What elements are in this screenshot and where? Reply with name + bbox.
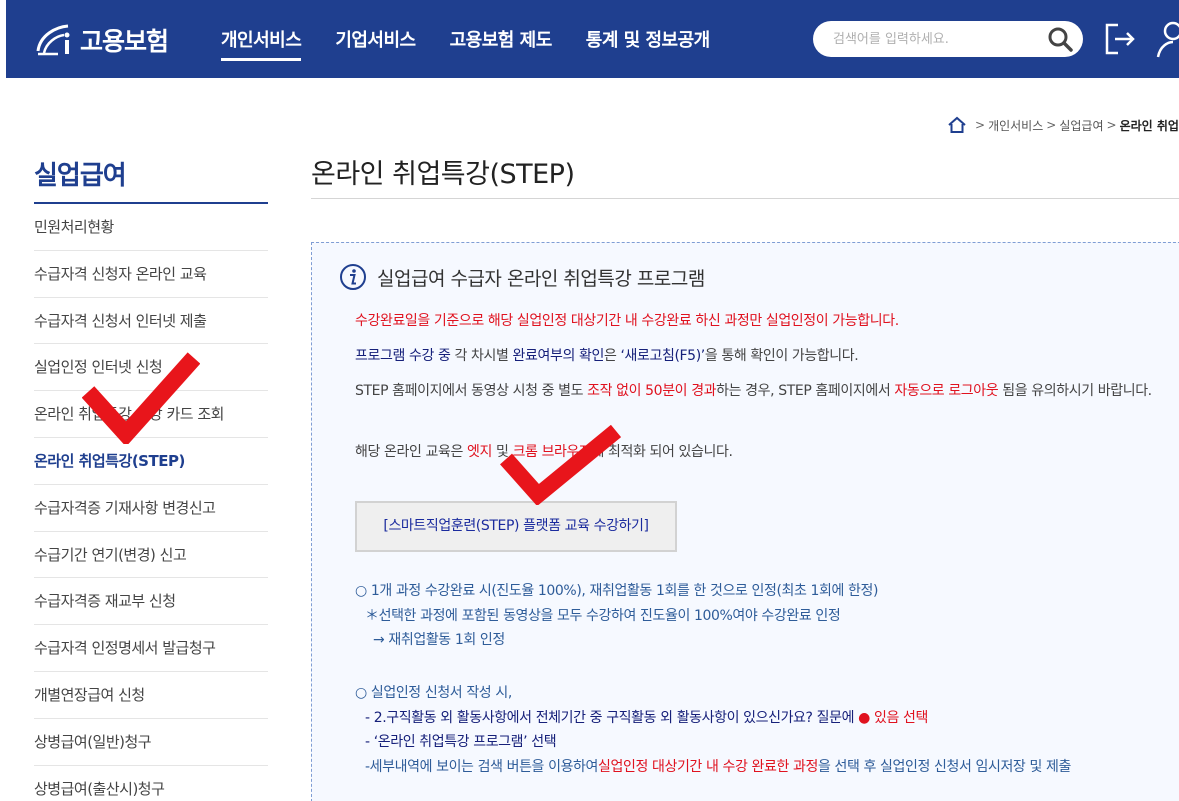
- step-line-text: - 2.구직활동 외 활동사항에서 전체기간 중 구직활동 외 활동사항이 있으…: [365, 709, 859, 726]
- notice-logout-a: STEP 홈페이지에서 동영상 시청 중 별도: [355, 383, 588, 399]
- page-title: 온라인 취업특강(STEP): [311, 159, 575, 190]
- notice-refresh-d: 은: [603, 348, 621, 364]
- notice-refresh-e: ‘새로고침(F5)’: [620, 348, 706, 364]
- completion-rules: ○ 1개 과정 수강완료 시(진도율 100%), 재취업활동 1회를 한 것으…: [355, 579, 878, 653]
- breadcrumb-separator: >: [975, 118, 986, 132]
- nav-personal-services[interactable]: 개인서비스: [221, 26, 302, 61]
- sidebar-item-card-lookup[interactable]: 온라인 취업특강 수강 카드 조회: [34, 391, 268, 438]
- breadcrumb-separator: >: [1046, 118, 1057, 132]
- nav-statistics[interactable]: 통계 및 정보공개: [586, 26, 710, 61]
- sidebar: 실업급여 민원처리현황 수급자격 신청자 온라인 교육 수급자격 신청서 인터넷…: [34, 155, 268, 801]
- breadcrumb: > 개인서비스 > 실업급여 > 온라인 취업: [947, 116, 1179, 134]
- sidebar-item-postpone[interactable]: 수급기간 연기(변경) 신고: [34, 532, 268, 579]
- sidebar-item-recognition-apply[interactable]: 실업인정 인터넷 신청: [34, 344, 268, 392]
- info-header: 실업급여 수급자 온라인 취업특강 프로그램: [339, 263, 705, 291]
- main-nav: 개인서비스 기업서비스 고용보험 제도 통계 및 정보공개: [221, 26, 744, 61]
- notice-refresh-f: 을 통해 확인이 가능합니다.: [704, 348, 859, 364]
- notice-browser-e: 에 최적화 되어 있습니다.: [591, 444, 733, 460]
- notice-logout-b: 조작 없이 50분이 경과: [587, 383, 717, 399]
- step-line-text: 있음 선택: [869, 709, 928, 726]
- sidebar-item-application-submit[interactable]: 수급자격 신청서 인터넷 제출: [34, 298, 268, 345]
- notice-browser-a: 해당 온라인 교육은: [355, 444, 467, 460]
- notice-browser-d: 크롬 브라우저: [512, 444, 592, 460]
- sidebar-item-status[interactable]: 민원처리현황: [34, 204, 268, 251]
- step-line: - 2.구직활동 외 활동사항에서 전체기간 중 구직활동 외 활동사항이 있으…: [355, 706, 1071, 731]
- search-input[interactable]: [833, 28, 1033, 50]
- sidebar-item-online-education[interactable]: 수급자격 신청자 온라인 교육: [34, 251, 268, 298]
- ei-logo-icon: [36, 24, 70, 56]
- rule-line: ＊선택한 과정에 포함된 동영상을 모두 수강하여 진도율이 100%여야 수강…: [365, 607, 841, 624]
- notice-logout-d: 자동으로 로그아웃: [894, 383, 999, 399]
- step-line: -세부내역에 보이는 검색 버튼을 이용하여실업인정 대상기간 내 수강 완료한…: [355, 755, 1071, 780]
- sidebar-item-change-report[interactable]: 수급자격증 기재사항 변경신고: [34, 485, 268, 532]
- step-line: - ‘온라인 취업특강 프로그램’ 선택: [365, 734, 557, 750]
- title-divider: [311, 198, 1179, 199]
- breadcrumb-separator: >: [1106, 118, 1117, 132]
- notice-logout-e: 됨을 유의하시기 바랍니다.: [998, 383, 1152, 399]
- info-icon: [340, 264, 366, 290]
- notice-refresh-a: 프로그램 수강 중: [355, 348, 451, 364]
- sidebar-item-reissue[interactable]: 수급자격증 재교부 신청: [34, 578, 268, 626]
- page-root: 고용보험 개인서비스 기업서비스 고용보험 제도 통계 및 정보공개 검색어를 …: [0, 0, 1179, 801]
- info-box: 실업급여 수급자 온라인 취업특강 프로그램 수강완료일을 기준으로 해당 실업…: [311, 242, 1179, 801]
- notice-logout: STEP 홈페이지에서 동영상 시청 중 별도 조작 없이 50분이 경과하는 …: [355, 378, 1179, 404]
- sidebar-item-extension[interactable]: 개별연장급여 신청: [34, 672, 268, 719]
- info-title: 실업급여 수급자 온라인 취업특강 프로그램: [377, 267, 705, 290]
- notice-browser-c: 및: [491, 444, 513, 460]
- application-steps: ○ 실업인정 신청서 작성 시, - 2.구직활동 외 활동사항에서 전체기간 …: [355, 681, 1071, 779]
- step-line: ○ 실업인정 신청서 작성 시,: [355, 685, 512, 701]
- step-line-text: 실업인정 대상기간 내 수강 완료한 과정: [598, 758, 818, 775]
- notice-refresh-b: 각 차시별: [450, 348, 513, 364]
- logout-icon[interactable]: [1104, 22, 1136, 56]
- rule-line: ○ 1개 과정 수강완료 시(진도율 100%), 재취업활동 1회를 한 것으…: [355, 583, 879, 599]
- breadcrumb-current: 온라인 취업: [1119, 118, 1179, 133]
- sidebar-item-sickness-birth[interactable]: 상병급여(출산시)청구: [34, 766, 268, 801]
- rule-line: → 재취업활동 1회 인정: [373, 632, 505, 648]
- step-course-button[interactable]: [스마트직업훈련(STEP) 플랫폼 교육 수강하기]: [355, 501, 677, 552]
- notice-logout-c: 하는 경우, STEP 홈페이지에서: [716, 383, 895, 399]
- notice-completion: 수강완료일을 기준으로 해당 실업인정 대상기간 내 수강완료 하신 과정만 실…: [355, 313, 899, 329]
- site-logo[interactable]: 고용보험: [34, 22, 169, 58]
- nav-insurance-system[interactable]: 고용보험 제도: [450, 26, 553, 61]
- sidebar-title: 실업급여: [34, 155, 268, 204]
- home-icon[interactable]: [947, 116, 967, 134]
- notice-refresh-c: 완료여부의 확인: [512, 348, 605, 364]
- step-line-text: 을 선택 후 실업인정 신청서 임시저장 및 제출: [817, 758, 1071, 775]
- top-header: 고용보험 개인서비스 기업서비스 고용보험 제도 통계 및 정보공개: [6, 0, 1179, 78]
- notice-browser: 해당 온라인 교육은 엣지 및 크롬 브라우저에 최적화 되어 있습니다.: [355, 439, 1179, 465]
- sidebar-item-sickness-general[interactable]: 상병급여(일반)청구: [34, 719, 268, 766]
- sidebar-item-step[interactable]: 온라인 취업특강(STEP): [34, 438, 268, 485]
- breadcrumb-unemployment-benefit[interactable]: 실업급여: [1059, 117, 1103, 134]
- step-line-text: -세부내역에 보이는 검색 버튼을 이용하여: [365, 758, 599, 775]
- radio-dot-icon: ●: [858, 709, 870, 726]
- logo-text: 고용보험: [80, 27, 169, 56]
- notice-refresh: 프로그램 수강 중 각 차시별 완료여부의 확인은 ‘새로고침(F5)’을 통해…: [355, 343, 1179, 369]
- nav-business-services[interactable]: 기업서비스: [335, 26, 416, 61]
- sidebar-item-statement[interactable]: 수급자격 인정명세서 발급청구: [34, 625, 268, 672]
- breadcrumb-personal-services[interactable]: 개인서비스: [988, 117, 1043, 134]
- notice-browser-b: 엣지: [467, 444, 492, 460]
- user-icon[interactable]: [1156, 20, 1179, 58]
- search-icon[interactable]: [1047, 26, 1073, 52]
- search-box: [813, 21, 1083, 57]
